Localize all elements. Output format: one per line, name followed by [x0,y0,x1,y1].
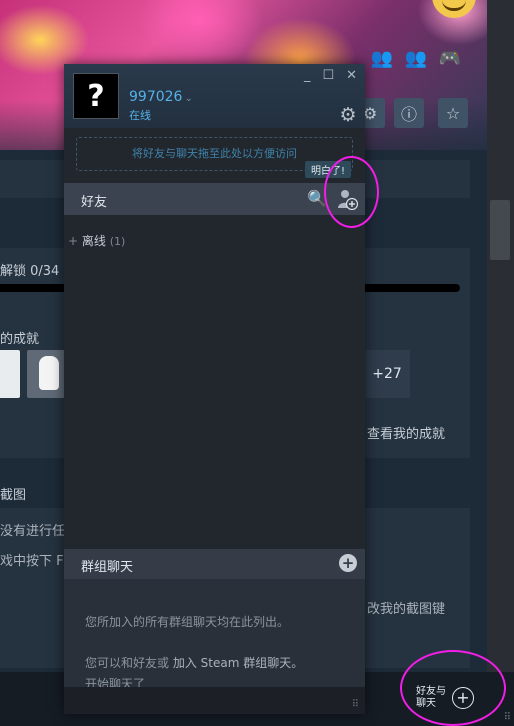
more-achievements-badge[interactable]: +27 [364,350,410,398]
join-group-chat-link[interactable]: 加入 Steam 群组聊天。 [173,656,303,670]
user-status: 在线 [129,109,151,122]
scrollbar-track[interactable] [487,0,514,726]
desktop: 👥 👥 🎮 ⚙ ⓘ ☆ 解锁 0/34 ( 的成就 +27 查看我的成就 截图 … [0,0,514,726]
gear-icon[interactable]: ⚙ [337,104,359,126]
avatar[interactable]: ? [73,73,119,119]
user-name[interactable]: 997026 ⌄ [129,89,193,105]
offline-group-toggle[interactable]: + 离线 (1) [68,232,125,249]
minimize-icon[interactable]: _ [304,68,311,83]
group-chats-body: 您所加入的所有群组聊天均在此列出。 您可以和好友或 加入 Steam 群组聊天。… [64,579,365,691]
achievement-icon[interactable] [0,350,20,398]
scrollbar-thumb[interactable] [490,200,510,260]
group-chats-info: 您所加入的所有群组聊天均在此列出。 [85,615,290,629]
group-chats-header[interactable]: 群组聊天 + [64,549,365,579]
resize-grip-icon[interactable]: ⠿ [352,699,359,710]
friends-label: 好友 [81,195,108,210]
change-screenshot-key-link[interactable]: 改我的截图键 [367,598,445,617]
maximize-icon[interactable]: ☐ [322,68,334,83]
friends-header: _ ☐ ✕ ? 997026 ⌄ 在线 ⚙ [64,64,365,128]
group-chats-label: 群组聊天 [81,560,134,575]
favorite-star-icon[interactable]: ☆ [438,98,468,128]
annotation-circle [400,650,506,726]
screenshots-heading: 截图 [0,488,27,503]
community-icons: 👥 👥 🎮 [370,48,462,69]
view-achievements-link[interactable]: 查看我的成就 [367,423,445,442]
friends-footer: ⠿ [64,687,365,714]
group-chats-hint: 您可以和好友或 加入 Steam 群组聊天。 [85,656,304,670]
achievement-unlock-count: 解锁 0/34 ( [0,264,69,279]
close-icon[interactable]: ✕ [346,68,357,83]
add-group-chat-icon[interactable]: + [339,554,357,572]
chevron-down-icon: ⌄ [184,93,193,104]
friends-icon[interactable]: 👥 [370,48,394,69]
group-icon[interactable]: 👥 [404,48,428,69]
expand-plus-icon: + [68,234,79,248]
friends-window: _ ☐ ✕ ? 997026 ⌄ 在线 ⚙ 将好友与聊天拖至此处以方便访问 明白了… [64,64,365,714]
resize-grip-icon[interactable]: ⠿ [504,712,511,723]
info-icon[interactable]: ⓘ [394,98,424,128]
screenshots-empty-text: 没有进行任 [0,524,66,539]
friends-search-bar[interactable]: 好友 🔍 [64,183,365,215]
screenshots-hint-text: 戏中按下 F1 [0,554,72,569]
achievements-heading: 的成就 [0,332,40,347]
annotation-circle [324,156,379,228]
window-controls: _ ☐ ✕ [304,68,357,83]
controller-icon[interactable]: 🎮 [438,48,462,69]
